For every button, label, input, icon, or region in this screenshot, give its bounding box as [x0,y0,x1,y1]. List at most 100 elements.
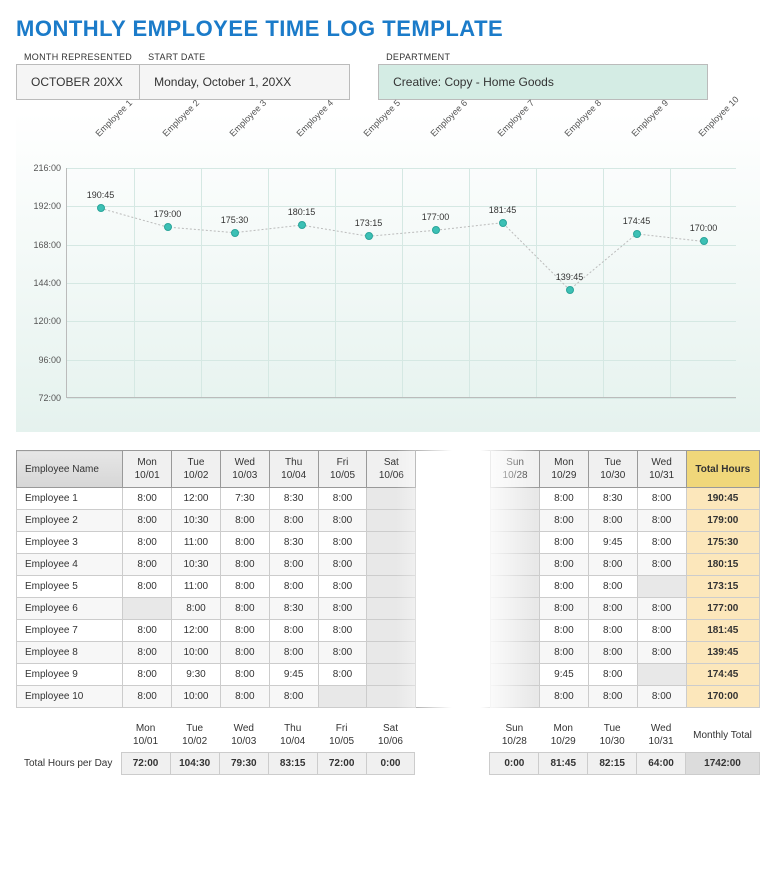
hours-cell[interactable] [367,488,416,510]
hours-cell[interactable] [491,554,540,576]
hours-cell[interactable] [491,488,540,510]
hours-cell[interactable]: 8:00 [220,620,269,642]
hours-cell[interactable]: 9:45 [269,664,318,686]
hours-cell[interactable] [637,576,686,598]
hours-cell[interactable]: 8:00 [220,576,269,598]
hours-cell[interactable]: 8:00 [123,642,172,664]
department-field[interactable]: Creative: Copy - Home Goods [378,64,708,100]
hours-cell[interactable]: 8:00 [539,686,588,708]
hours-cell[interactable]: 8:00 [318,664,367,686]
hours-cell[interactable]: 8:00 [123,510,172,532]
hours-cell[interactable]: 8:00 [220,598,269,620]
hours-cell[interactable] [367,642,416,664]
hours-cell[interactable]: 9:30 [172,664,221,686]
hours-cell[interactable]: 8:30 [269,532,318,554]
hours-cell[interactable]: 8:00 [539,488,588,510]
hours-cell[interactable]: 8:00 [539,576,588,598]
hours-cell[interactable]: 9:45 [539,664,588,686]
month-field[interactable]: OCTOBER 20XX [16,64,140,100]
hours-cell[interactable] [318,686,367,708]
hours-cell[interactable]: 8:00 [269,686,318,708]
hours-cell[interactable]: 8:00 [539,642,588,664]
hours-cell[interactable] [367,598,416,620]
hours-cell[interactable] [367,620,416,642]
hours-cell[interactable]: 11:00 [172,532,221,554]
hours-cell[interactable]: 8:00 [220,686,269,708]
hours-cell[interactable]: 8:00 [220,532,269,554]
hours-cell[interactable]: 8:00 [637,554,686,576]
hours-cell[interactable]: 8:00 [539,620,588,642]
hours-cell[interactable]: 8:00 [123,686,172,708]
start-date-field[interactable]: Monday, October 1, 20XX [140,64,350,100]
hours-cell[interactable]: 8:00 [588,598,637,620]
hours-cell[interactable]: 8:00 [220,510,269,532]
hours-cell[interactable]: 8:00 [588,576,637,598]
hours-cell[interactable]: 8:00 [318,598,367,620]
hours-cell[interactable]: 8:00 [123,664,172,686]
hours-cell[interactable]: 12:00 [172,620,221,642]
hours-cell[interactable]: 8:00 [318,620,367,642]
hours-cell[interactable]: 8:00 [637,620,686,642]
hours-cell[interactable]: 8:00 [588,554,637,576]
hours-cell[interactable]: 8:00 [318,576,367,598]
hours-cell[interactable]: 8:00 [269,510,318,532]
hours-cell[interactable]: 10:30 [172,510,221,532]
hours-cell[interactable]: 8:00 [318,554,367,576]
hours-cell[interactable]: 8:30 [269,488,318,510]
hours-cell[interactable]: 8:00 [588,510,637,532]
hours-cell[interactable]: 10:00 [172,686,221,708]
hours-cell[interactable]: 11:00 [172,576,221,598]
hours-cell[interactable]: 8:00 [637,532,686,554]
hours-cell[interactable] [637,664,686,686]
hours-cell[interactable]: 8:30 [588,488,637,510]
hours-cell[interactable]: 8:00 [539,598,588,620]
hours-cell[interactable] [491,598,540,620]
hours-cell[interactable]: 8:00 [123,620,172,642]
hours-cell[interactable]: 12:00 [172,488,221,510]
hours-cell[interactable] [491,510,540,532]
hours-cell[interactable]: 8:00 [318,532,367,554]
hours-cell[interactable]: 8:00 [269,554,318,576]
hours-cell[interactable]: 8:00 [269,642,318,664]
hours-cell[interactable] [367,576,416,598]
hours-cell[interactable]: 9:45 [588,532,637,554]
hours-cell[interactable] [491,664,540,686]
hours-cell[interactable] [367,664,416,686]
hours-cell[interactable]: 8:00 [220,642,269,664]
hours-cell[interactable]: 8:00 [220,554,269,576]
hours-cell[interactable]: 8:00 [588,686,637,708]
hours-cell[interactable]: 8:00 [269,576,318,598]
hours-cell[interactable]: 8:00 [637,510,686,532]
hours-cell[interactable]: 8:00 [588,664,637,686]
hours-cell[interactable]: 8:00 [220,664,269,686]
hours-cell[interactable]: 8:00 [123,554,172,576]
hours-cell[interactable]: 8:00 [539,532,588,554]
hours-cell[interactable]: 8:00 [172,598,221,620]
hours-cell[interactable] [367,686,416,708]
hours-cell[interactable] [367,554,416,576]
hours-cell[interactable] [367,532,416,554]
hours-cell[interactable] [123,598,172,620]
hours-cell[interactable]: 8:00 [269,620,318,642]
hours-cell[interactable] [491,642,540,664]
hours-cell[interactable]: 8:00 [588,620,637,642]
hours-cell[interactable]: 8:00 [637,686,686,708]
hours-cell[interactable] [491,576,540,598]
hours-cell[interactable]: 8:00 [539,510,588,532]
hours-cell[interactable]: 8:00 [123,576,172,598]
hours-cell[interactable]: 8:30 [269,598,318,620]
hours-cell[interactable] [367,510,416,532]
hours-cell[interactable]: 8:00 [637,642,686,664]
hours-cell[interactable]: 8:00 [318,510,367,532]
hours-cell[interactable]: 8:00 [637,598,686,620]
hours-cell[interactable] [491,532,540,554]
hours-cell[interactable]: 8:00 [318,642,367,664]
hours-cell[interactable] [491,686,540,708]
hours-cell[interactable]: 10:30 [172,554,221,576]
hours-cell[interactable]: 8:00 [637,488,686,510]
hours-cell[interactable]: 8:00 [123,488,172,510]
hours-cell[interactable]: 7:30 [220,488,269,510]
hours-cell[interactable]: 10:00 [172,642,221,664]
hours-cell[interactable]: 8:00 [123,532,172,554]
hours-cell[interactable]: 8:00 [318,488,367,510]
